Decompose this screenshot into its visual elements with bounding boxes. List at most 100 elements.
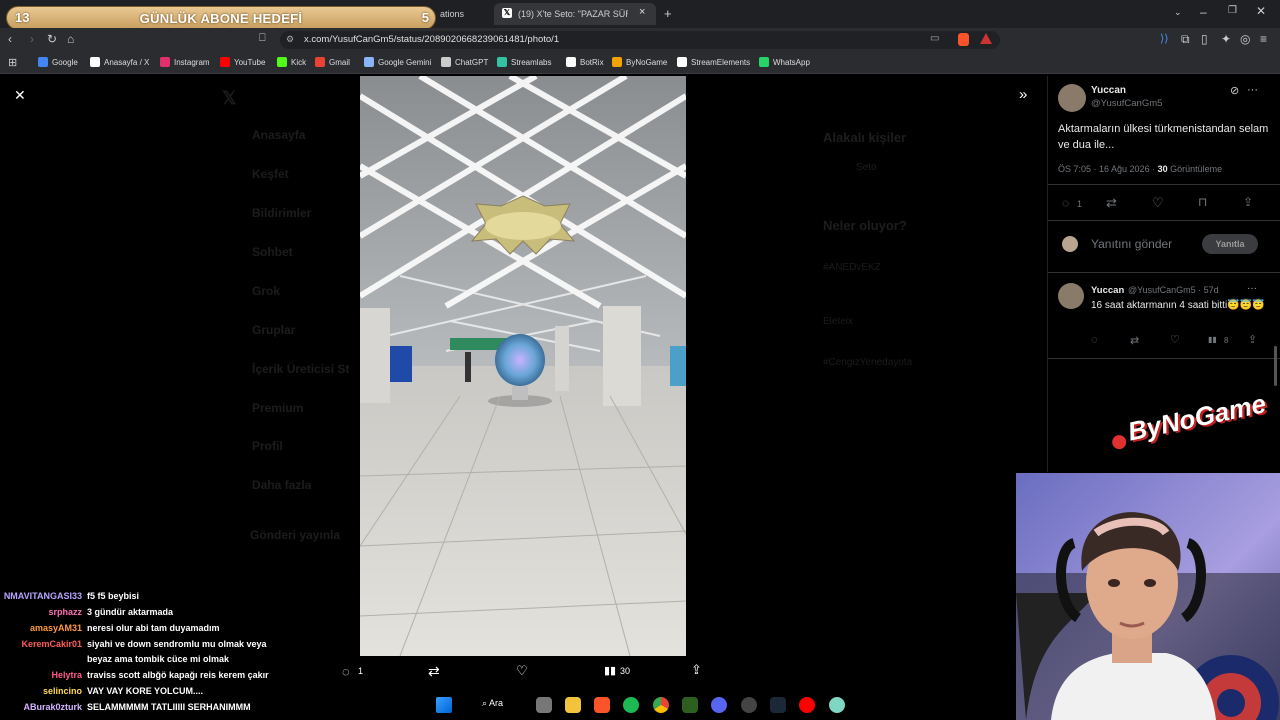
share-icon[interactable]: ⇪	[1243, 195, 1253, 209]
views-icon[interactable]: ▮▮	[1208, 335, 1217, 344]
bookmark-item[interactable]: ChatGPT	[441, 57, 488, 67]
like-icon[interactable]: ♡	[1152, 195, 1164, 211]
new-tab-button[interactable]: +	[664, 6, 672, 21]
grok-icon[interactable]: ⊘	[1230, 84, 1239, 97]
tab-search-icon[interactable]: ⌄	[1174, 7, 1182, 18]
repost-icon[interactable]: ⇄	[428, 663, 440, 680]
reply-input[interactable]: Yanıtını gönder	[1091, 237, 1172, 251]
tweet-meta: ÖS 7:05 · 16 Ağu 2026 · 30 Görüntüleme	[1058, 164, 1222, 174]
file-explorer-icon[interactable]	[565, 697, 581, 713]
like-icon[interactable]: ♡	[516, 663, 528, 679]
author-handle[interactable]: @YusufCanGm5	[1091, 98, 1162, 109]
youtube-app-icon[interactable]	[799, 697, 815, 713]
maximize-icon[interactable]: ❐	[1228, 5, 1237, 16]
steam-icon[interactable]	[770, 697, 786, 713]
bookmark-item[interactable]: YouTube	[220, 57, 265, 67]
chat-message: ABurak0zturk SELAMMMMM TATLIIIII SERHANIM…	[0, 702, 300, 712]
chrome-icon[interactable]	[653, 697, 669, 713]
nav-item-dimmed: Premium	[252, 401, 304, 415]
repost-icon[interactable]: ⇄	[1106, 195, 1117, 211]
windows-start-icon[interactable]	[436, 697, 452, 713]
author-name[interactable]: Yuccan	[1091, 85, 1126, 96]
chat-text: 3 gündür aktarmada	[87, 607, 174, 617]
chat-text: SELAMMMMM TATLIIIII SERHANIMMM	[87, 702, 251, 712]
brave-browser-icon[interactable]	[594, 697, 610, 713]
discord-icon[interactable]	[711, 697, 727, 713]
reply-author-handle[interactable]: @YusufCanGm5 · 57d	[1128, 285, 1219, 295]
reply-icon[interactable]: ◌	[1062, 196, 1069, 210]
sidebar-leo-icon[interactable]: ⟩⟩	[1160, 32, 1169, 45]
menu-icon[interactable]: ≡	[1260, 32, 1267, 46]
bookmark-label: Streamlabs	[511, 57, 552, 67]
install-app-icon[interactable]: ▭	[930, 33, 939, 44]
vpn-icon[interactable]: ◎	[1240, 32, 1250, 46]
views-icon[interactable]: ▮▮	[604, 664, 616, 677]
reload-icon[interactable]: ↻	[47, 32, 57, 46]
bookmark-label: YouTube	[234, 57, 266, 67]
repost-icon[interactable]: ⇄	[1130, 334, 1139, 347]
url-field[interactable]: ⚙ x.com/YusufCanGm5/status/2089020668239…	[280, 31, 1000, 49]
forward-icon[interactable]: ›	[30, 32, 34, 46]
more-icon[interactable]: ···	[1247, 283, 1257, 294]
bookmark-item[interactable]: StreamElements	[677, 57, 750, 67]
chat-username: NMAVITANGASI33	[3, 591, 82, 601]
home-icon[interactable]: ⌂	[67, 32, 74, 46]
back-icon[interactable]: ‹	[8, 32, 12, 46]
spotify-icon[interactable]	[623, 697, 639, 713]
close-photo-icon[interactable]: ✕	[14, 87, 26, 104]
tab-active[interactable]: 𝕏 (19) X'te Seto: "PAZAR SÜRPRİZ ×	[494, 3, 656, 25]
apps-grid-icon[interactable]: ⊞	[8, 56, 17, 69]
close-window-icon[interactable]: ✕	[1256, 4, 1266, 18]
bookmark-item[interactable]: Instagram	[160, 57, 210, 67]
bookmark-favicon-icon	[160, 57, 170, 67]
share-icon[interactable]: ⇪	[1248, 333, 1257, 346]
scrollbar[interactable]	[1274, 346, 1277, 386]
avatar[interactable]	[1058, 84, 1086, 112]
bookmark-favicon-icon	[38, 57, 48, 67]
app-icon[interactable]	[829, 697, 845, 713]
reply-author-name[interactable]: Yuccan	[1091, 285, 1124, 296]
obs-icon[interactable]	[741, 697, 757, 713]
chat-text: neresi olur abi tam duyamadım	[87, 623, 220, 633]
leo-ai-icon[interactable]: ✦	[1221, 32, 1231, 46]
chat-username: Helytra	[51, 670, 82, 680]
collapse-panel-icon[interactable]: »	[1019, 86, 1027, 103]
like-icon[interactable]: ♡	[1170, 333, 1180, 346]
taskbar-search[interactable]: ⌕ Ara	[482, 698, 503, 709]
bookmark-item[interactable]: Gmail	[315, 57, 350, 67]
tweet-photo[interactable]	[360, 76, 686, 656]
bookmark-item[interactable]: Kick	[277, 57, 306, 67]
bookmark-icon[interactable]: ⊓	[1198, 195, 1207, 209]
bookmark-page-icon[interactable]: ⎕	[259, 32, 266, 45]
brave-rewards-icon[interactable]	[980, 33, 992, 44]
sidebar-icon[interactable]: ▯	[1201, 32, 1208, 46]
trend-item: #CengizYenedayota	[823, 357, 913, 368]
bookmark-item[interactable]: Google Gemini	[364, 57, 431, 67]
close-tab-icon[interactable]: ×	[639, 6, 645, 18]
task-view-icon[interactable]	[536, 697, 552, 713]
minimize-icon[interactable]: –	[1200, 5, 1207, 19]
tweet-timestamp[interactable]: ÖS 7:05 · 16 Ağu 2026 ·	[1058, 164, 1155, 174]
bookmark-item[interactable]: ByNoGame	[612, 57, 667, 67]
chat-text: f5 f5 beybisi	[87, 591, 140, 601]
reply-icon[interactable]: ◌	[342, 664, 350, 679]
bookmark-item[interactable]: Google	[38, 57, 78, 67]
site-info-icon[interactable]: ⚙	[286, 34, 294, 45]
bookmark-item[interactable]: BotRix	[566, 57, 604, 67]
trend-item: #ANEDvEKZ	[823, 262, 881, 273]
more-icon[interactable]: ···	[1247, 84, 1258, 96]
reply-avatar[interactable]	[1058, 283, 1084, 309]
bookmark-label: ChatGPT	[455, 57, 489, 67]
reply-button[interactable]: Yanıtla	[1202, 234, 1258, 254]
chat-text: siyahi ve down sendromlu mu olmak veya	[87, 639, 267, 649]
airport-hall-image	[360, 76, 686, 656]
reply-icon[interactable]: ◌	[1091, 334, 1098, 346]
streamlabs-icon[interactable]	[682, 697, 698, 713]
tab-prev[interactable]: ations	[440, 9, 464, 19]
share-icon[interactable]: ⇪	[691, 662, 702, 678]
extensions-icon[interactable]: ⧉	[1181, 32, 1190, 47]
bookmark-item[interactable]: WhatsApp	[759, 57, 810, 67]
bookmark-item[interactable]: Streamlabs	[497, 57, 551, 67]
brave-shield-icon[interactable]	[958, 33, 969, 46]
bookmark-item[interactable]: Anasayfa / X	[90, 57, 149, 67]
